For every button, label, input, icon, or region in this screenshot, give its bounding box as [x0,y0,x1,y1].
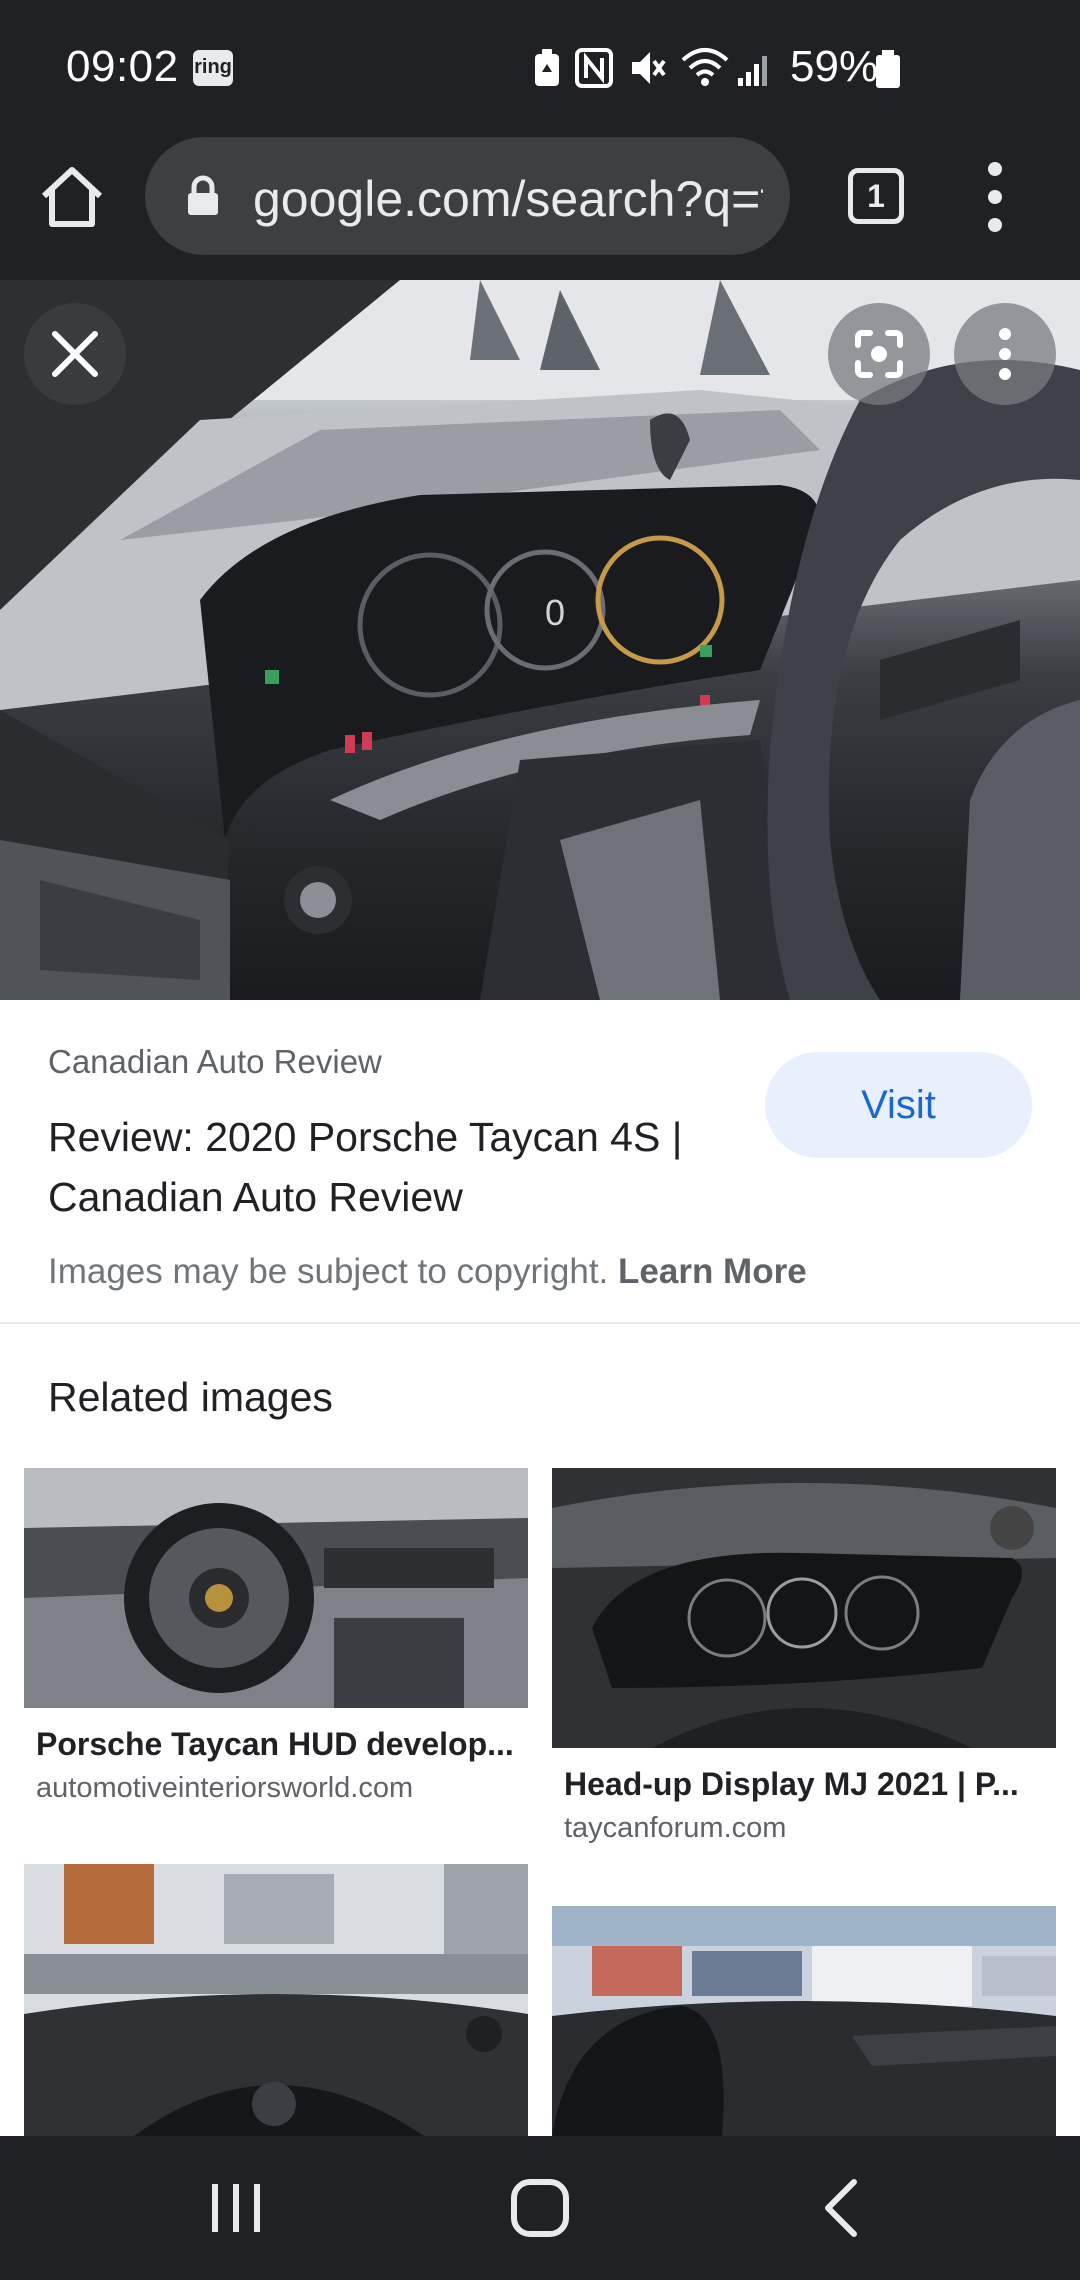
result-source[interactable]: Canadian Auto Review [48,1043,382,1081]
svg-text:0: 0 [545,592,565,633]
ring-app-icon: ring [193,50,233,86]
related-image-item[interactable]: Porsche Taycan HUD develop... automotive… [24,1468,528,1808]
image-more-button[interactable] [954,303,1056,405]
battery-icon [876,50,900,88]
copyright-text: Images may be subject to copyright. [48,1252,609,1291]
related-image-title: Head-up Display MJ 2021 | P... [564,1766,1019,1802]
mute-icon [632,52,666,84]
browser-toolbar: google.com/search?q=taycan 1 [0,132,1080,280]
overflow-menu-icon[interactable] [975,162,1015,234]
related-image-domain: taycanforum.com [564,1812,787,1844]
related-image-title: Porsche Taycan HUD develop... [36,1726,514,1762]
related-image-thumbnail[interactable] [24,1864,528,2136]
signal-icon [738,56,767,86]
close-button[interactable] [24,303,126,405]
related-image-item[interactable]: Head-up Display MJ 2021 | P... taycanfor… [552,1468,1056,1848]
divider [0,1322,1080,1324]
related-image-thumbnail[interactable] [552,1906,1056,2136]
home-nav-icon[interactable] [500,2168,580,2248]
result-title[interactable]: Review: 2020 Porsche Taycan 4S | Canadia… [48,1107,748,1227]
system-nav-bar [0,2136,1080,2280]
address-bar[interactable]: google.com/search?q=taycan [145,137,790,255]
related-image-item[interactable] [24,1864,528,2136]
battery-percent: 59% [790,42,879,91]
recent-apps-icon[interactable] [196,2168,276,2248]
nfc-icon [575,48,613,88]
battery-saver-icon [535,49,559,86]
lens-icon [855,330,903,378]
home-icon[interactable] [36,162,108,234]
lock-icon [188,175,218,215]
status-bar: 09:02 ring 59% [0,0,1080,132]
related-image-item[interactable] [552,1906,1056,2136]
related-image-domain: automotiveinteriorsworld.com [36,1772,414,1804]
close-icon [52,331,98,377]
copyright-notice: Images may be subject to copyright. Lear… [48,1252,807,1292]
visit-button[interactable]: Visit [765,1052,1032,1158]
learn-more-link[interactable]: Learn More [618,1252,807,1291]
back-icon[interactable] [804,2168,884,2248]
related-image-thumbnail[interactable] [24,1468,528,1708]
related-image-thumbnail[interactable] [552,1468,1056,1748]
wifi-icon [681,48,729,86]
status-time: 09:02 [66,42,179,91]
lens-search-button[interactable] [828,303,930,405]
related-images-heading: Related images [48,1374,333,1420]
more-vert-icon [999,328,1011,380]
tab-switcher-button[interactable]: 1 [848,168,904,224]
url-text: google.com/search?q=taycan [253,171,763,227]
